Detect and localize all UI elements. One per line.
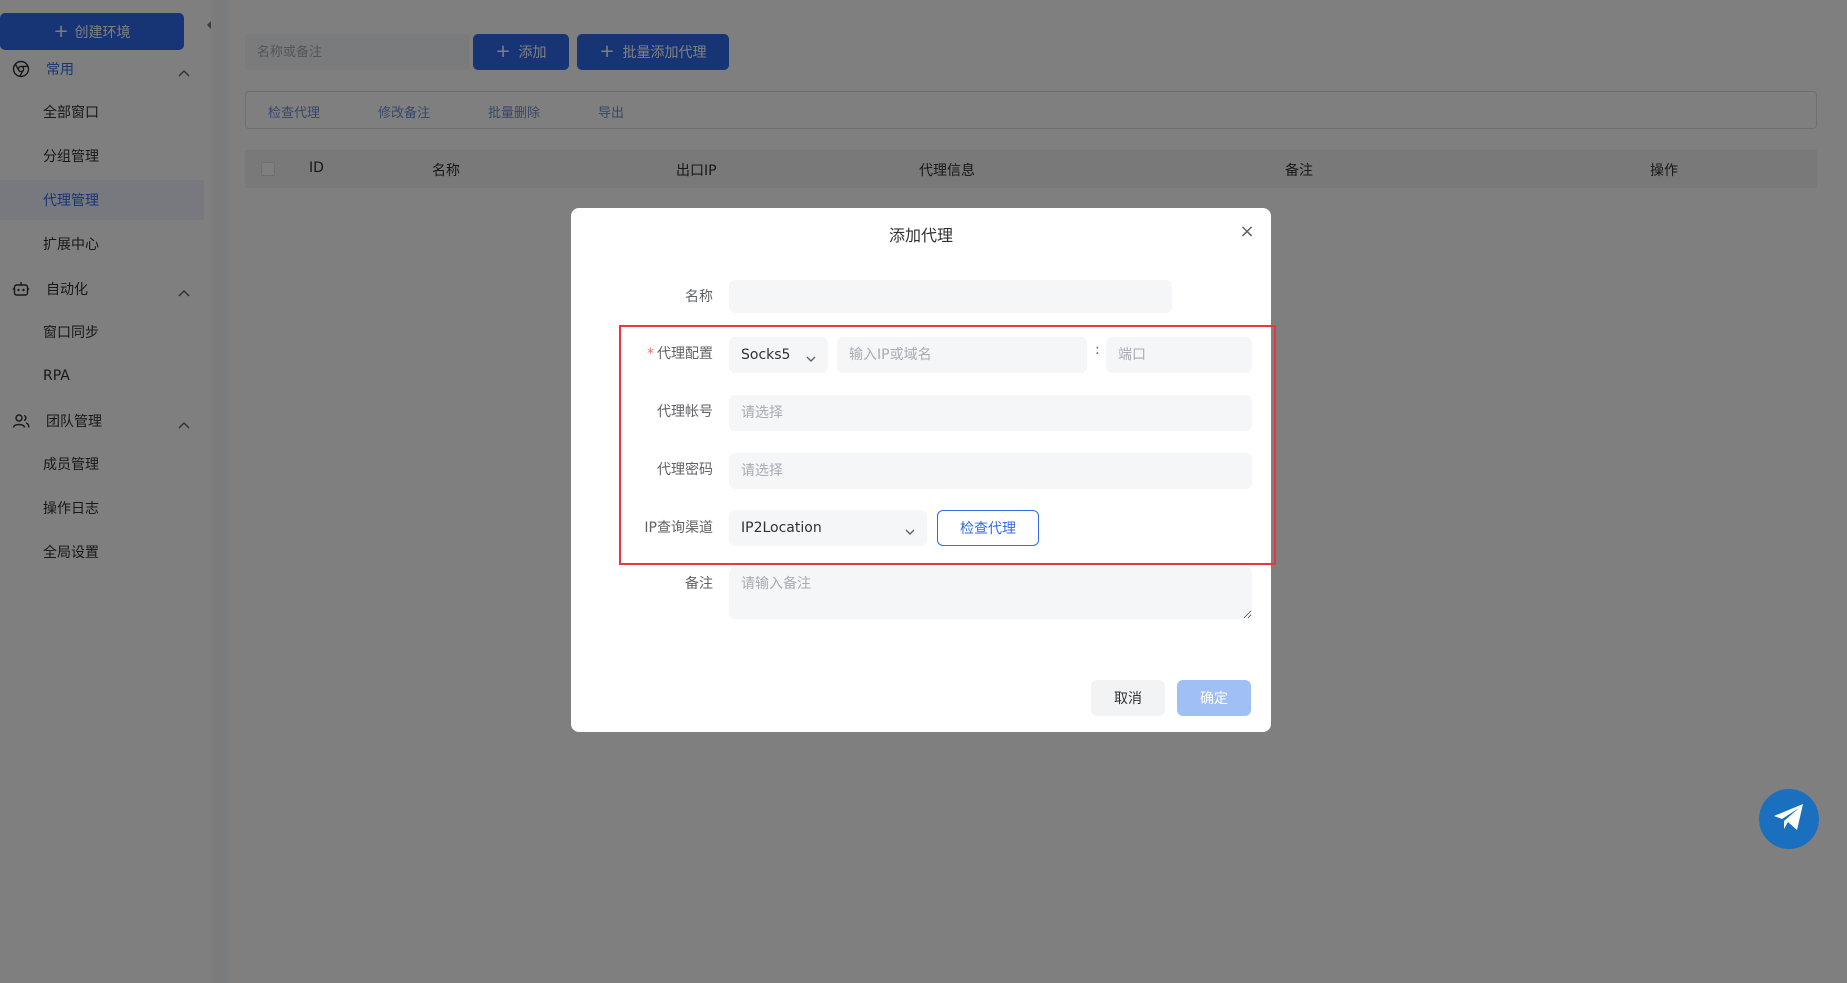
note-textarea[interactable] (729, 567, 1252, 619)
name-label: 名称 (685, 289, 713, 305)
chevron-down-icon (806, 351, 816, 362)
cancel-button[interactable]: 取消 (1091, 680, 1165, 716)
proxy-password-input[interactable] (729, 453, 1252, 489)
note-label: 备注 (685, 576, 713, 592)
chevron-down-icon (905, 524, 915, 535)
confirm-button[interactable]: 确定 (1177, 680, 1251, 716)
protocol-select[interactable]: Socks5 (729, 337, 828, 373)
telegram-icon (1772, 802, 1806, 836)
cancel-label: 取消 (1114, 691, 1142, 707)
host-port-separator: : (1095, 342, 1100, 358)
telegram-button[interactable] (1759, 789, 1819, 849)
ip-channel-select[interactable]: IP2Location (729, 510, 927, 546)
add-proxy-dialog: 添加代理 × 名称 *代理配置 Socks5 : 代理帐号 代理密码 IP查询渠… (571, 208, 1271, 732)
check-proxy-label: 检查代理 (960, 521, 1016, 537)
check-proxy-button[interactable]: 检查代理 (937, 510, 1039, 546)
close-icon[interactable]: × (1237, 222, 1257, 242)
confirm-label: 确定 (1200, 691, 1228, 707)
host-input[interactable] (837, 337, 1087, 373)
proxy-password-label: 代理密码 (657, 462, 713, 478)
proxy-account-input[interactable] (729, 395, 1252, 431)
ip-channel-label: IP查询渠道 (644, 520, 713, 536)
required-asterisk: * (647, 346, 654, 362)
port-input[interactable] (1106, 337, 1252, 373)
ip-channel-value: IP2Location (741, 520, 822, 536)
dialog-title: 添加代理 (888, 226, 953, 245)
protocol-value: Socks5 (741, 347, 791, 363)
proxy-config-label: * 代理配置 (647, 343, 713, 363)
name-input[interactable] (729, 280, 1172, 313)
proxy-config-label-text: 代理配置 (657, 346, 713, 362)
proxy-account-label: 代理帐号 (657, 404, 713, 420)
